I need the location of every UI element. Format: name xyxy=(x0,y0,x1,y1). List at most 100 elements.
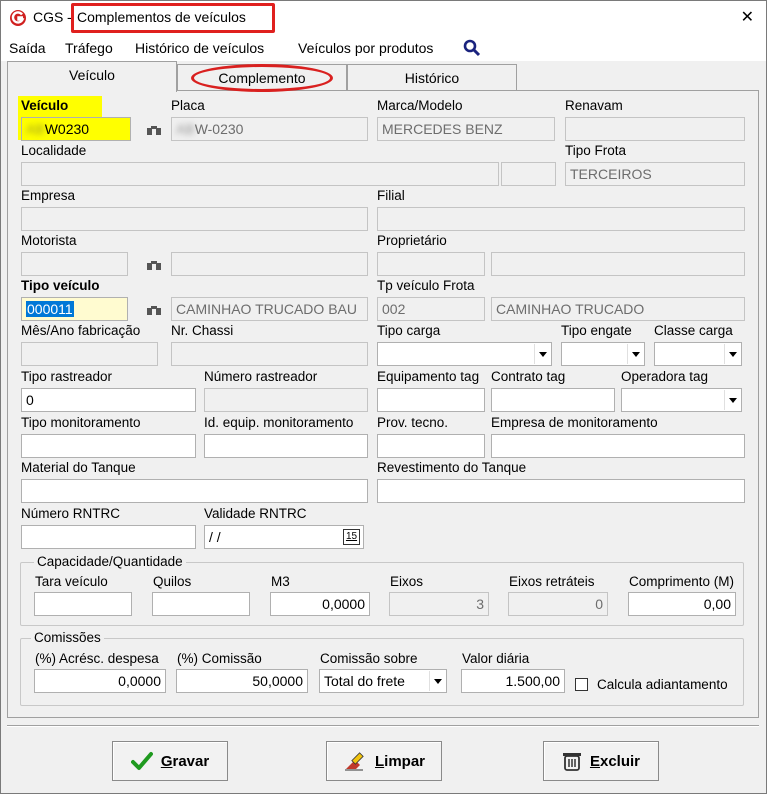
mes-ano-fabricacao-input[interactable] xyxy=(21,342,158,366)
eixos-input[interactable]: 3 xyxy=(389,592,489,616)
tipo-veiculo-descricao-input[interactable]: CAMINHAO TRUCADO BAU xyxy=(171,297,368,321)
checkmark-icon xyxy=(130,752,153,770)
empresa-monitoramento-input[interactable] xyxy=(491,434,745,458)
label-tipo-veiculo: Tipo veículo xyxy=(21,278,100,293)
limpar-accesskey: L xyxy=(374,752,385,770)
comprimento-input[interactable]: 0,00 xyxy=(628,592,736,616)
capacidade-title: Capacidade/Quantidade xyxy=(34,554,186,569)
title-bar: CGS - Complementos de veículos ✕ xyxy=(1,1,766,35)
label-tipo-frota: Tipo Frota xyxy=(565,143,627,158)
title-highlight-annotation xyxy=(71,3,275,33)
tipo-carga-select[interactable] xyxy=(377,342,552,366)
veiculo-input[interactable]: ABW0230 xyxy=(21,117,131,141)
filial-input[interactable] xyxy=(377,207,745,231)
quilos-input[interactable] xyxy=(152,592,250,616)
label-operadora-tag: Operadora tag xyxy=(621,369,709,384)
gravar-accesskey: G xyxy=(160,752,173,770)
validade-rntrc-input[interactable]: / / 15 xyxy=(204,525,364,549)
limpar-button[interactable]: Limpar xyxy=(326,741,442,781)
tp-veiculo-frota-codigo-input[interactable]: 002 xyxy=(377,297,485,321)
excluir-label-rest: xcluir xyxy=(599,752,641,770)
tipo-monitoramento-input[interactable] xyxy=(21,434,196,458)
tp-veiculo-frota-descricao-input[interactable]: CAMINHAO TRUCADO xyxy=(491,297,745,321)
motorista-nome-input[interactable] xyxy=(171,252,368,276)
chevron-down-icon xyxy=(534,344,550,364)
valor-diaria-input[interactable]: 1.500,00 xyxy=(461,669,565,693)
gravar-label-rest: ravar xyxy=(172,752,210,770)
label-m3: M3 xyxy=(271,574,290,589)
close-button[interactable]: ✕ xyxy=(741,7,754,27)
tab-historico[interactable]: Histórico xyxy=(347,64,517,91)
comissao-input[interactable]: 50,0000 xyxy=(176,669,308,693)
menu-trafego[interactable]: Tráfego xyxy=(65,40,113,56)
tipo-veiculo-binoculars-icon[interactable] xyxy=(146,304,162,316)
localidade-uf-input[interactable] xyxy=(501,162,556,186)
tara-veiculo-input[interactable] xyxy=(34,592,132,616)
calcula-adiantamento-checkbox[interactable] xyxy=(575,678,588,691)
localidade-input[interactable] xyxy=(21,162,499,186)
label-tipo-rastreador: Tipo rastreador xyxy=(21,369,113,384)
menu-bar: Saída Tráfego Histórico de veículos Veíc… xyxy=(1,35,766,61)
prov-tecno-input[interactable] xyxy=(377,434,485,458)
revestimento-tanque-input[interactable] xyxy=(377,479,745,503)
veiculo-value: W0230 xyxy=(44,121,90,137)
empresa-input[interactable] xyxy=(21,207,368,231)
tipo-frota-input[interactable]: TERCEIROS xyxy=(565,162,745,186)
label-empresa-monitoramento: Empresa de monitoramento xyxy=(491,415,658,430)
label-comissao: (%) Comissão xyxy=(177,651,262,666)
binoculars-icon[interactable] xyxy=(146,124,162,136)
eixos-retrateis-input[interactable]: 0 xyxy=(508,592,608,616)
motorista-binoculars-icon[interactable] xyxy=(146,259,162,271)
numero-rntrc-input[interactable] xyxy=(21,525,196,549)
nr-chassi-input[interactable] xyxy=(171,342,368,366)
classe-carga-select[interactable] xyxy=(654,342,742,366)
tab-veiculo[interactable]: Veículo xyxy=(7,61,177,92)
window: CGS - Complementos de veículos ✕ Saída T… xyxy=(0,0,767,794)
m3-input[interactable]: 0,0000 xyxy=(270,592,370,616)
chevron-down-icon xyxy=(627,344,643,364)
label-id-equip-monitoramento: Id. equip. monitoramento xyxy=(204,415,354,430)
label-validade-rntrc: Validade RNTRC xyxy=(204,506,307,521)
gravar-button[interactable]: Gravar xyxy=(112,741,228,781)
label-classe-carga: Classe carga xyxy=(654,323,733,338)
label-comissao-sobre: Comissão sobre xyxy=(320,651,418,666)
tab-veiculo-label: Veículo xyxy=(69,67,115,83)
app-logo-icon xyxy=(10,10,26,26)
label-marca-modelo: Marca/Modelo xyxy=(377,98,463,113)
acresc-despesa-input[interactable]: 0,0000 xyxy=(34,669,166,693)
label-renavam: Renavam xyxy=(565,98,623,113)
search-icon[interactable] xyxy=(463,39,481,57)
id-equip-monitoramento-input[interactable] xyxy=(204,434,368,458)
marca-modelo-input[interactable]: MERCEDES BENZ xyxy=(377,117,555,141)
tipo-veiculo-codigo-input[interactable]: 000011 xyxy=(21,297,128,321)
placa-value: W-0230 xyxy=(194,121,244,137)
divider xyxy=(7,725,759,727)
operadora-tag-select[interactable] xyxy=(621,388,742,412)
motorista-codigo-input[interactable] xyxy=(21,252,128,276)
calendar-icon[interactable]: 15 xyxy=(343,529,360,545)
trash-icon xyxy=(562,753,581,771)
placa-input[interactable]: ABW-0230 xyxy=(171,117,368,141)
menu-historico-veiculos[interactable]: Histórico de veículos xyxy=(135,40,264,56)
menu-saida[interactable]: Saída xyxy=(9,40,46,56)
comissoes-title: Comissões xyxy=(31,630,104,645)
proprietario-nome-input[interactable] xyxy=(491,252,745,276)
label-quilos: Quilos xyxy=(153,574,192,589)
label-eixos-retrateis: Eixos retráteis xyxy=(509,574,595,589)
tipo-rastreador-input[interactable]: 0 xyxy=(21,388,196,412)
numero-rastreador-input[interactable] xyxy=(204,388,368,412)
equipamento-tag-input[interactable] xyxy=(377,388,485,412)
comissao-sobre-value: Total do frete xyxy=(324,673,405,689)
label-filial: Filial xyxy=(377,188,405,203)
excluir-button[interactable]: Excluir xyxy=(543,741,659,781)
eraser-icon xyxy=(344,752,364,771)
contrato-tag-input[interactable] xyxy=(491,388,615,412)
proprietario-codigo-input[interactable] xyxy=(377,252,485,276)
comissao-sobre-select[interactable]: Total do frete xyxy=(319,669,447,693)
tab-complemento[interactable]: Complemento xyxy=(177,64,347,91)
menu-veiculos-produtos[interactable]: Veículos por produtos xyxy=(298,40,433,56)
tipo-engate-select[interactable] xyxy=(561,342,645,366)
tab-complemento-label: Complemento xyxy=(218,70,306,86)
material-tanque-input[interactable] xyxy=(21,479,368,503)
renavam-input[interactable] xyxy=(565,117,745,141)
